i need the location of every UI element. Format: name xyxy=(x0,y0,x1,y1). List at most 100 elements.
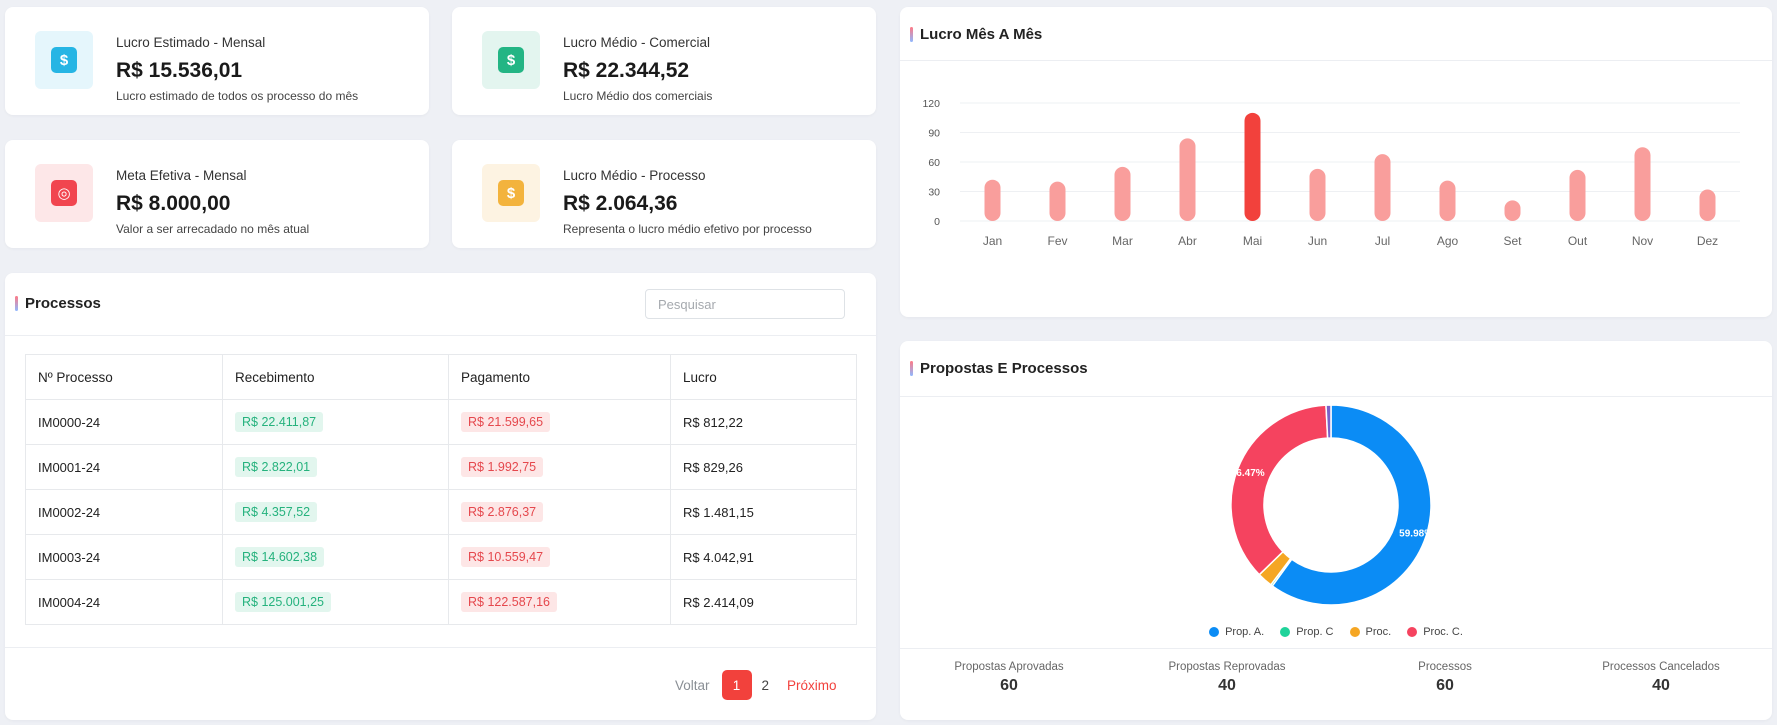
x-tick-label: Abr xyxy=(1178,234,1197,248)
pagination: Voltar 1 2 Próximo xyxy=(675,670,837,700)
stat-icon-box: ◎ xyxy=(35,164,93,222)
summary-value: 60 xyxy=(1000,677,1018,694)
cell-processo: IM0003-24 xyxy=(25,534,223,580)
donut-legend: Prop. A. Prop. C Proc. Proc. C. xyxy=(900,626,1772,638)
legend-label: Proc. xyxy=(1365,626,1392,638)
divider xyxy=(5,335,876,336)
summary-propostas-reprovadas: Propostas Reprovadas 40 xyxy=(1117,661,1337,695)
stat-icon-box: $ xyxy=(35,31,93,89)
stat-value: R$ 22.344,52 xyxy=(563,59,690,82)
summary-value: 40 xyxy=(1652,677,1670,694)
pagination-next-button[interactable]: Próximo xyxy=(787,678,837,693)
bar-nov[interactable] xyxy=(1634,147,1651,221)
slice-proc-c[interactable] xyxy=(1230,404,1329,576)
x-tick-label: Dez xyxy=(1697,234,1718,248)
column-header[interactable]: Pagamento xyxy=(448,354,671,400)
bar-out[interactable] xyxy=(1569,169,1586,221)
dollar-icon: $ xyxy=(498,180,524,206)
recebimento-badge: R$ 2.822,01 xyxy=(235,457,318,477)
slice-other[interactable] xyxy=(1325,404,1332,439)
bar-abr[interactable] xyxy=(1179,138,1196,221)
x-tick-label: Set xyxy=(1503,234,1522,248)
divider xyxy=(900,648,1772,649)
legend-item[interactable]: Proc. xyxy=(1349,626,1392,638)
propostas-title: Propostas E Processos xyxy=(910,360,1088,377)
target-icon: ◎ xyxy=(51,180,77,206)
bar-set[interactable] xyxy=(1504,200,1521,221)
lucro-bar-chart: 0 30 60 90 120 Jan Fev Mar Abr Mai Jun Jul Ago Set Out… xyxy=(922,98,1740,248)
lucro-chart-title: Lucro Mês A Mês xyxy=(910,26,1042,43)
cell-lucro: R$ 4.042,91 xyxy=(670,534,857,580)
cell-processo: IM0000-24 xyxy=(25,399,223,445)
summary-value: 60 xyxy=(1436,677,1454,694)
propostas-donut-chart: 59.98% 36.47% xyxy=(1230,404,1433,606)
legend-item[interactable]: Prop. A. xyxy=(1209,626,1264,638)
pagination-prev-button[interactable]: Voltar xyxy=(675,678,710,693)
bar-jun[interactable] xyxy=(1309,168,1326,221)
bar-mar[interactable] xyxy=(1114,166,1131,221)
bar-dez[interactable] xyxy=(1699,189,1716,221)
column-header[interactable]: Lucro xyxy=(670,354,857,400)
summary-propostas-aprovadas: Propostas Aprovadas 60 xyxy=(899,661,1119,695)
bar-jan[interactable] xyxy=(984,179,1001,221)
bar-fev[interactable] xyxy=(1049,181,1066,221)
bar-ago[interactable] xyxy=(1439,180,1456,221)
pagamento-badge: R$ 21.599,65 xyxy=(461,412,551,432)
stat-value: R$ 2.064,36 xyxy=(563,192,678,215)
cell-lucro: R$ 812,22 xyxy=(670,399,857,445)
slice-percent-label: 59.98% xyxy=(1399,529,1433,540)
cell-pagamento: R$ 1.992,75 xyxy=(448,444,671,490)
legend-dot-icon xyxy=(1407,627,1418,637)
legend-item[interactable]: Prop. C xyxy=(1280,626,1334,638)
recebimento-badge: R$ 14.602,38 xyxy=(235,547,325,567)
stat-title: Lucro Médio - Comercial xyxy=(563,35,711,50)
stat-value: R$ 15.536,01 xyxy=(116,59,243,82)
pagamento-badge: R$ 10.559,47 xyxy=(461,547,551,567)
legend-label: Prop. A. xyxy=(1225,626,1265,638)
cell-recebimento: R$ 2.822,01 xyxy=(222,444,449,490)
legend-label: Prop. C xyxy=(1296,626,1334,638)
stat-icon-box: $ xyxy=(482,164,540,222)
column-header[interactable]: Recebimento xyxy=(222,354,449,400)
summary-processos: Processos 60 xyxy=(1335,661,1555,695)
table-row[interactable]: IM0003-24 R$ 14.602,38 R$ 10.559,47 R$ 4… xyxy=(25,534,857,580)
table-row[interactable]: IM0002-24 R$ 4.357,52 R$ 2.876,37 R$ 1.4… xyxy=(25,489,857,535)
x-tick-label: Fev xyxy=(1047,234,1067,248)
pagination-page-1[interactable]: 1 xyxy=(721,670,752,700)
stat-title: Meta Efetiva - Mensal xyxy=(116,168,247,183)
divider xyxy=(5,647,876,648)
legend-dot-icon xyxy=(1280,627,1291,637)
cell-processo: IM0001-24 xyxy=(25,444,223,490)
cell-lucro: R$ 829,26 xyxy=(670,444,857,490)
y-tick-label: 30 xyxy=(928,187,940,199)
lucro-chart-card: Lucro Mês A Mês 0 30 60 90 120 Jan Fev Mar Abr Ma… xyxy=(900,7,1772,317)
column-header[interactable]: Nº Processo xyxy=(25,354,223,400)
stat-subtitle: Valor a ser arrecadado no mês atual xyxy=(116,222,310,236)
cell-pagamento: R$ 2.876,37 xyxy=(448,489,671,535)
y-tick-label: 90 xyxy=(928,128,940,140)
cell-recebimento: R$ 4.357,52 xyxy=(222,489,449,535)
propostas-card: Propostas E Processos 59.98% 36.47% Prop.… xyxy=(900,341,1772,720)
stat-icon-box: $ xyxy=(482,31,540,89)
summary-value: 40 xyxy=(1218,677,1236,694)
cell-recebimento: R$ 14.602,38 xyxy=(222,534,449,580)
legend-item[interactable]: Proc. C. xyxy=(1407,626,1463,638)
x-tick-label: Jul xyxy=(1375,234,1390,248)
pagamento-badge: R$ 1.992,75 xyxy=(461,457,544,477)
table-row[interactable]: IM0000-24 R$ 22.411,87 R$ 21.599,65 R$ 8… xyxy=(25,399,857,445)
dollar-icon: $ xyxy=(51,47,77,73)
cell-pagamento: R$ 122.587,16 xyxy=(448,579,671,625)
recebimento-badge: R$ 4.357,52 xyxy=(235,502,318,522)
pagamento-badge: R$ 2.876,37 xyxy=(461,502,544,522)
stat-value: R$ 8.000,00 xyxy=(116,192,231,215)
table-row[interactable]: IM0001-24 R$ 2.822,01 R$ 1.992,75 R$ 829… xyxy=(25,444,857,490)
table-row[interactable]: IM0004-24 R$ 125.001,25 R$ 122.587,16 R$… xyxy=(25,579,857,625)
bar-jul[interactable] xyxy=(1374,154,1391,221)
stat-title: Lucro Médio - Processo xyxy=(563,168,706,183)
pagination-page-2[interactable]: 2 xyxy=(762,678,770,693)
search-input[interactable] xyxy=(645,289,845,319)
bar-mai[interactable] xyxy=(1244,112,1261,221)
processos-card: Processos Nº Processo Recebimento Pagame… xyxy=(5,273,876,720)
processos-table: Nº Processo Recebimento Pagamento Lucro … xyxy=(25,354,857,625)
processos-title: Processos xyxy=(15,295,101,312)
